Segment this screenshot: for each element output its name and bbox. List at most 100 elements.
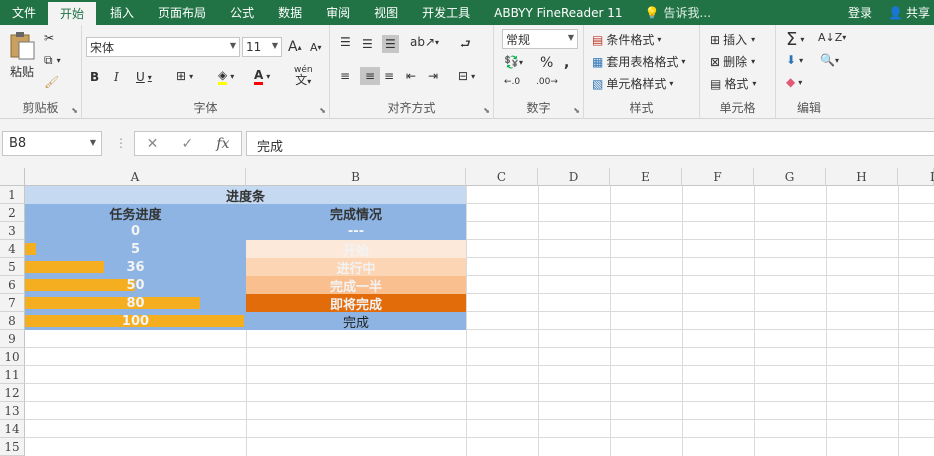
row-header[interactable]: 7 xyxy=(0,294,25,312)
row-header[interactable]: 11 xyxy=(0,366,25,384)
accounting-button[interactable]: 💱 ▾ xyxy=(504,55,523,69)
format-as-table-button[interactable]: ▦ 套用表格格式 ▾ xyxy=(592,53,685,70)
tab-data[interactable]: 数据 xyxy=(266,0,314,25)
find-select-button[interactable]: 🔍 ▾ xyxy=(820,53,839,67)
font-size-combo[interactable]: 11 ▼ xyxy=(242,37,282,57)
tab-home[interactable]: 开始 xyxy=(48,2,97,25)
shrink-font-button[interactable]: A ▾ xyxy=(310,41,322,54)
conditional-format-button[interactable]: ▤ 条件格式 ▾ xyxy=(592,31,661,48)
title-cell[interactable]: 进度条 xyxy=(25,186,466,204)
row-header[interactable]: 1 xyxy=(0,186,25,204)
align-middle-button[interactable]: ☰ xyxy=(362,37,373,51)
row-header[interactable]: 9 xyxy=(0,330,25,348)
phonetic-button[interactable]: wén 文▾ xyxy=(294,65,313,87)
decrease-indent-button[interactable]: ⇤ xyxy=(406,69,416,83)
align-left-button[interactable]: ≡ xyxy=(340,69,350,83)
cut-button[interactable]: ✂ xyxy=(44,31,54,45)
tell-me-box[interactable]: 💡 告诉我... xyxy=(635,0,721,25)
borders-button[interactable]: ⊞ ▾ xyxy=(176,69,193,83)
paste-button[interactable]: 粘贴 xyxy=(6,31,38,80)
function-icon[interactable]: fx xyxy=(216,136,229,152)
column-header-g[interactable]: G xyxy=(754,168,826,186)
tab-formulas[interactable]: 公式 xyxy=(218,0,266,25)
row-header[interactable]: 13 xyxy=(0,402,25,420)
row-header[interactable]: 14 xyxy=(0,420,25,438)
row-header[interactable]: 6 xyxy=(0,276,25,294)
column-header-e[interactable]: E xyxy=(610,168,682,186)
formula-input[interactable]: 完成 xyxy=(246,131,934,156)
increase-indent-button[interactable]: ⇥ xyxy=(428,69,438,83)
tab-insert[interactable]: 插入 xyxy=(98,0,146,25)
cell-styles-button[interactable]: ▧ 单元格样式 ▾ xyxy=(592,75,673,92)
column-header-i[interactable]: I xyxy=(898,168,934,186)
share-button[interactable]: 👤 共享 xyxy=(882,0,934,25)
align-bottom-button[interactable]: ☰ xyxy=(382,35,399,53)
copy-button[interactable]: ⧉ ▾ xyxy=(44,53,61,68)
merge-center-button[interactable]: ⊟ ▾ xyxy=(458,69,475,83)
row-header[interactable]: 15 xyxy=(0,438,25,456)
row-header[interactable]: 2 xyxy=(0,204,25,222)
comma-button[interactable]: , xyxy=(564,55,569,71)
cancel-icon[interactable]: ✕ xyxy=(147,136,159,152)
tab-page-layout[interactable]: 页面布局 xyxy=(146,0,218,25)
column-header-a[interactable]: A xyxy=(25,168,246,186)
status-cell[interactable]: --- xyxy=(246,222,466,240)
delete-cells-button[interactable]: ⊠ 删除 ▾ xyxy=(710,53,755,70)
column-header-d[interactable]: D xyxy=(538,168,610,186)
tab-review[interactable]: 审阅 xyxy=(314,0,362,25)
tab-view[interactable]: 视图 xyxy=(362,0,410,25)
insert-cells-button[interactable]: ⊞ 插入 ▾ xyxy=(710,31,755,48)
status-cell-selected[interactable]: 完成 xyxy=(246,312,466,330)
decrease-decimal-button[interactable]: .00→ xyxy=(536,77,558,87)
tab-developer[interactable]: 开发工具 xyxy=(410,0,482,25)
increase-decimal-button[interactable]: ←.0 xyxy=(504,77,520,87)
font-launcher-icon[interactable]: ⬊ xyxy=(319,106,326,115)
number-launcher-icon[interactable]: ⬊ xyxy=(573,106,580,115)
grow-font-button[interactable]: A ▴ xyxy=(288,39,302,55)
progress-cell[interactable]: 0 xyxy=(25,222,246,240)
column-header-b[interactable]: B xyxy=(246,168,466,186)
tab-abbyy[interactable]: ABBYY FineReader 11 xyxy=(482,0,634,25)
font-color-button[interactable]: A ▾ xyxy=(254,68,270,85)
row-header[interactable]: 12 xyxy=(0,384,25,402)
number-format-combo[interactable]: 常规 ▼ xyxy=(502,29,578,49)
progress-cell[interactable]: 5 xyxy=(25,240,246,258)
clipboard-launcher-icon[interactable]: ⬊ xyxy=(71,106,78,115)
font-name-combo[interactable]: 宋体 ▼ xyxy=(86,37,240,57)
select-all-corner[interactable] xyxy=(0,168,25,186)
name-box[interactable]: B8 ▼ xyxy=(2,131,102,156)
splitter-handle[interactable]: ⋮ xyxy=(115,136,127,150)
progress-cell[interactable]: 80 xyxy=(25,294,246,312)
status-cell[interactable]: 进行中 xyxy=(246,258,466,276)
header-cell-task-progress[interactable]: 任务进度 xyxy=(25,204,246,222)
column-header-h[interactable]: H xyxy=(826,168,898,186)
fill-button[interactable]: ⬇ ▾ xyxy=(786,53,803,67)
row-header[interactable]: 5 xyxy=(0,258,25,276)
format-painter-button[interactable]: 🖌 xyxy=(44,75,59,89)
column-header-c[interactable]: C xyxy=(466,168,538,186)
enter-icon[interactable]: ✓ xyxy=(181,136,193,152)
status-cell[interactable]: 开始 xyxy=(246,240,466,258)
header-cell-status[interactable]: 完成情况 xyxy=(246,204,466,222)
progress-cell[interactable]: 36 xyxy=(25,258,246,276)
align-top-button[interactable]: ☰ xyxy=(340,35,351,49)
row-header[interactable]: 4 xyxy=(0,240,25,258)
percent-button[interactable]: % xyxy=(540,55,553,71)
sort-filter-button[interactable]: A↓Z ▾ xyxy=(818,31,846,44)
format-cells-button[interactable]: ▤ 格式 ▾ xyxy=(710,75,756,92)
status-cell[interactable]: 完成一半 xyxy=(246,276,466,294)
orientation-button[interactable]: ab↗ ▾ xyxy=(410,35,439,49)
fill-color-button[interactable]: ◈ ▾ xyxy=(218,68,234,85)
align-center-button[interactable]: ≡ xyxy=(360,67,381,85)
autosum-button[interactable]: Σ ▾ xyxy=(786,29,804,50)
progress-cell[interactable]: 100 xyxy=(25,312,246,330)
login-link[interactable]: 登录 xyxy=(838,0,882,25)
wrap-text-button[interactable]: ⮐ xyxy=(460,35,471,56)
clear-button[interactable]: ◆ ▾ xyxy=(786,75,802,89)
underline-button[interactable]: U ▾ xyxy=(136,70,152,84)
status-cell[interactable]: 即将完成 xyxy=(246,294,466,312)
progress-cell[interactable]: 50 xyxy=(25,276,246,294)
align-right-button[interactable]: ≡ xyxy=(384,69,394,83)
row-header[interactable]: 3 xyxy=(0,222,25,240)
row-header[interactable]: 8 xyxy=(0,312,25,330)
